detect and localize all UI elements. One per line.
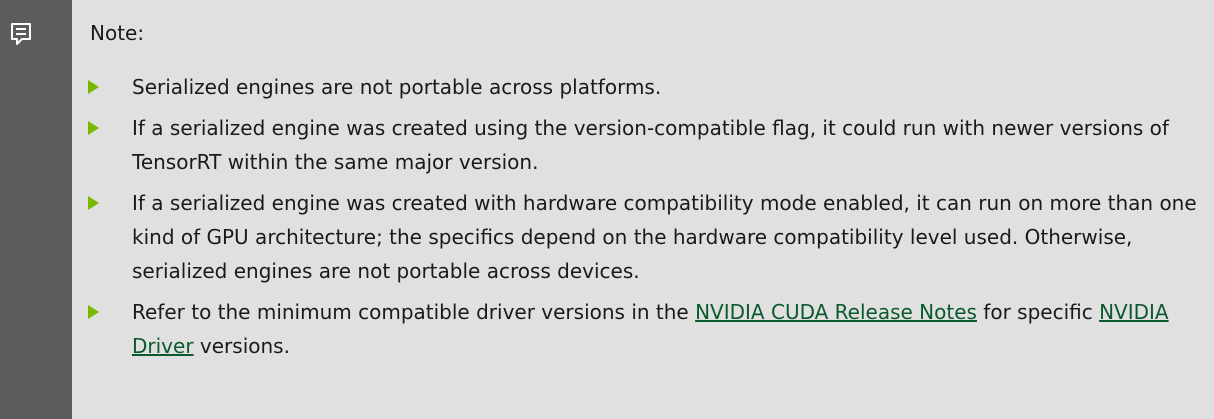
list-item-text-after: versions. (193, 334, 290, 358)
bullet-icon (88, 80, 99, 94)
note-callout: Note: Serialized engines are not portabl… (0, 0, 1214, 419)
list-item-text: Serialized engines are not portable acro… (132, 75, 662, 99)
list-item-text: If a serialized engine was created using… (132, 116, 1169, 174)
list-item-text-before: Refer to the minimum compatible driver v… (132, 300, 696, 324)
note-list: Serialized engines are not portable acro… (72, 70, 1202, 370)
list-item: Refer to the minimum compatible driver v… (72, 295, 1202, 363)
list-item: Serialized engines are not portable acro… (72, 70, 1202, 104)
bullet-icon (88, 305, 99, 319)
bullet-icon (88, 196, 99, 210)
list-item-text-middle: for specific (976, 300, 1100, 324)
note-icon (11, 23, 31, 45)
list-item: If a serialized engine was created with … (72, 186, 1202, 288)
bullet-icon (88, 121, 99, 135)
cuda-release-notes-link[interactable]: NVIDIA CUDA Release Notes (695, 300, 977, 324)
note-title: Note: (90, 21, 145, 45)
list-item-text: If a serialized engine was created with … (132, 191, 1197, 283)
list-item: If a serialized engine was created using… (72, 111, 1202, 179)
